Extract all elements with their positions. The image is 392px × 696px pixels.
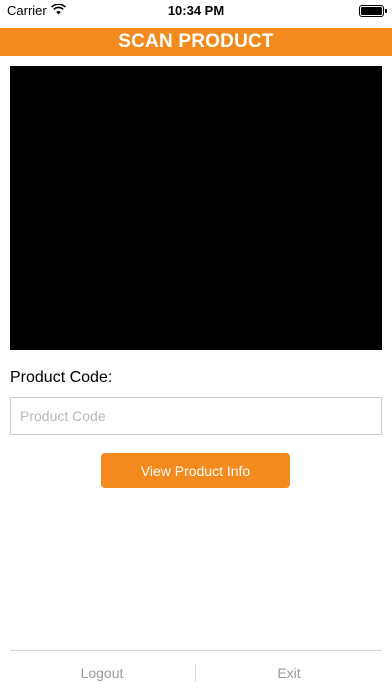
scan-product-screen: Carrier 10:34 PM SCAN PRODUCT Product Co… [0, 0, 392, 696]
footer-divider [10, 650, 382, 651]
status-bar: Carrier 10:34 PM [0, 0, 392, 22]
status-time: 10:34 PM [167, 3, 225, 18]
page-title: SCAN PRODUCT [0, 28, 392, 56]
product-code-label: Product Code: [10, 369, 113, 386]
camera-preview[interactable] [10, 66, 382, 350]
battery-icon [359, 5, 387, 17]
exit-button[interactable]: Exit [229, 665, 349, 681]
logout-button[interactable]: Logout [42, 665, 162, 681]
product-code-input[interactable] [10, 397, 382, 435]
battery-nub [385, 9, 387, 13]
battery-fill [361, 7, 382, 15]
footer-separator [195, 664, 196, 682]
view-product-info-button[interactable]: View Product Info [101, 453, 290, 488]
